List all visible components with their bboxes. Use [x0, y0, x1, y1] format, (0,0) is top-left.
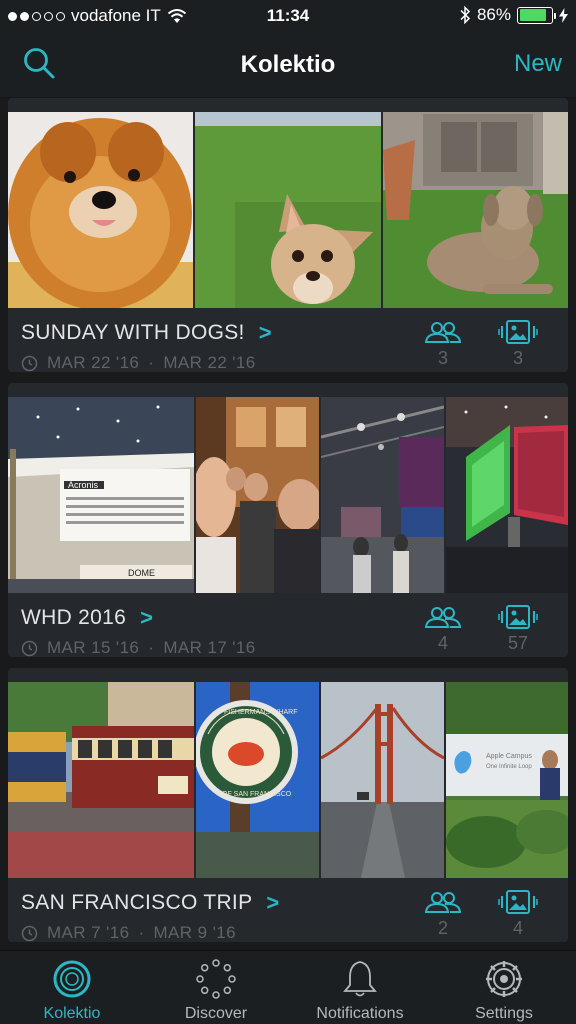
members-count: 3 [437, 348, 448, 368]
photos-count: 3 [512, 348, 523, 368]
dome-sign-text: DOME [128, 568, 155, 578]
tab-label: Discover [184, 1005, 248, 1022]
collection-dates: MAR 7 '16 · MAR 9 '16 [21, 923, 236, 942]
clock-icon [21, 640, 38, 656]
tab-discover[interactable]: Discover [144, 951, 288, 1024]
trip-photo-golden-gate[interactable] [321, 682, 444, 878]
date-separator: · [148, 353, 155, 372]
clock-icon [21, 355, 38, 371]
status-right: 86% [459, 5, 568, 25]
start-date: MAR 15 '16 [47, 638, 140, 657]
navigation-bar: Kolektio New [0, 32, 576, 98]
collection-title-text: SUNDAY WITH DOGS! [21, 321, 245, 344]
campus-sign-line1-text: Apple Campus [486, 753, 532, 760]
collection-title[interactable]: WHD 2016 > [21, 605, 153, 631]
discover-icon [196, 959, 236, 999]
kolektio-logo-icon [53, 960, 91, 998]
battery-level [519, 9, 547, 21]
chevron-right-icon: > [266, 890, 280, 915]
photos-count: 4 [512, 918, 523, 938]
members-count: 4 [437, 633, 448, 653]
date-separator: · [138, 923, 145, 942]
date-separator: · [148, 638, 155, 657]
photos-stat[interactable]: 4 [496, 890, 540, 939]
chevron-right-icon: > [258, 320, 272, 345]
collection-card[interactable]: FISHERMANS WHARF OF SAN FRANCISCO Apple … [8, 668, 568, 942]
new-collection-button[interactable]: New [514, 50, 562, 78]
collection-title-text: WHD 2016 [21, 606, 127, 629]
wharf-sign-bottom-text: OF SAN FRANCISCO [222, 791, 292, 798]
collection-title[interactable]: SUNDAY WITH DOGS! > [21, 320, 272, 346]
members-stat[interactable]: 2 [421, 890, 465, 939]
collection-dates: MAR 15 '16 · MAR 17 '16 [21, 638, 256, 657]
photos-icon [498, 890, 538, 914]
bell-icon [343, 961, 377, 997]
tab-label: Settings [475, 1005, 533, 1022]
clock-icon [21, 925, 38, 941]
end-date: MAR 17 '16 [163, 638, 256, 657]
gear-icon [486, 961, 522, 997]
dog-photo-weimaraner[interactable] [383, 112, 568, 308]
charging-icon [559, 7, 568, 23]
people-icon [424, 607, 462, 628]
tab-label: Kolektio [43, 1005, 101, 1022]
collection-card[interactable]: SUNDAY WITH DOGS! > MAR 22 '16 · MAR 22 … [8, 98, 568, 372]
battery-percent: 86% [476, 5, 511, 24]
collection-photos[interactable] [8, 112, 568, 308]
start-date: MAR 22 '16 [47, 353, 140, 372]
event-photo-expo-hall[interactable]: Acronis DOME [8, 397, 194, 593]
collection-title-text: SAN FRANCISCO TRIP [21, 891, 253, 914]
tab-label: Notifications [316, 1005, 404, 1022]
event-photo-selfie[interactable] [196, 397, 319, 593]
dog-photo-chihuahua[interactable] [195, 112, 381, 308]
members-count: 2 [437, 918, 448, 938]
collection-title[interactable]: SAN FRANCISCO TRIP > [21, 890, 280, 916]
event-photo-screens[interactable] [446, 397, 568, 593]
people-icon [424, 892, 462, 913]
collection-photos[interactable]: Acronis DOME [8, 397, 568, 593]
start-date: MAR 7 '16 [47, 923, 130, 942]
tab-notifications[interactable]: Notifications [288, 951, 432, 1024]
tab-kolektio[interactable]: Kolektio [0, 951, 144, 1024]
wharf-sign-top-text: FISHERMANS WHARF [224, 709, 298, 716]
collection-dates: MAR 22 '16 · MAR 22 '16 [21, 353, 256, 372]
end-date: MAR 22 '16 [163, 353, 256, 372]
chevron-right-icon: > [140, 605, 154, 630]
photos-stat[interactable]: 3 [496, 320, 540, 369]
page-title: Kolektio [240, 51, 336, 78]
trip-photo-apple-campus[interactable]: Apple Campus One Infinite Loop [446, 682, 568, 878]
photos-icon [498, 320, 538, 344]
bluetooth-icon [460, 6, 471, 24]
tab-bar: Kolektio Discover Notifications Settings [0, 950, 576, 1024]
trip-photo-cable-car[interactable] [8, 682, 194, 878]
collection-photos[interactable]: FISHERMANS WHARF OF SAN FRANCISCO Apple … [8, 682, 568, 878]
members-stat[interactable]: 4 [421, 605, 465, 654]
campus-sign-line2-text: One Infinite Loop [486, 764, 532, 770]
photos-count: 57 [507, 633, 529, 653]
acronis-sign-text: Acronis [68, 480, 99, 490]
dog-photo-pomeranian[interactable] [8, 112, 193, 308]
collection-card[interactable]: Acronis DOME WHD 2016 > MAR 15 '16 · MAR… [8, 383, 568, 657]
members-stat[interactable]: 3 [421, 320, 465, 369]
end-date: MAR 9 '16 [153, 923, 236, 942]
trip-photo-fishermans-wharf[interactable]: FISHERMANS WHARF OF SAN FRANCISCO [196, 682, 319, 878]
people-icon [424, 322, 462, 343]
photos-stat[interactable]: 57 [496, 605, 540, 654]
tab-settings[interactable]: Settings [432, 951, 576, 1024]
battery-icon [517, 6, 556, 24]
event-photo-stage[interactable] [321, 397, 444, 593]
collections-feed[interactable]: SUNDAY WITH DOGS! > MAR 22 '16 · MAR 22 … [0, 98, 576, 950]
status-bar: vodafone IT 11:34 86% [0, 0, 576, 32]
photos-icon [498, 605, 538, 629]
